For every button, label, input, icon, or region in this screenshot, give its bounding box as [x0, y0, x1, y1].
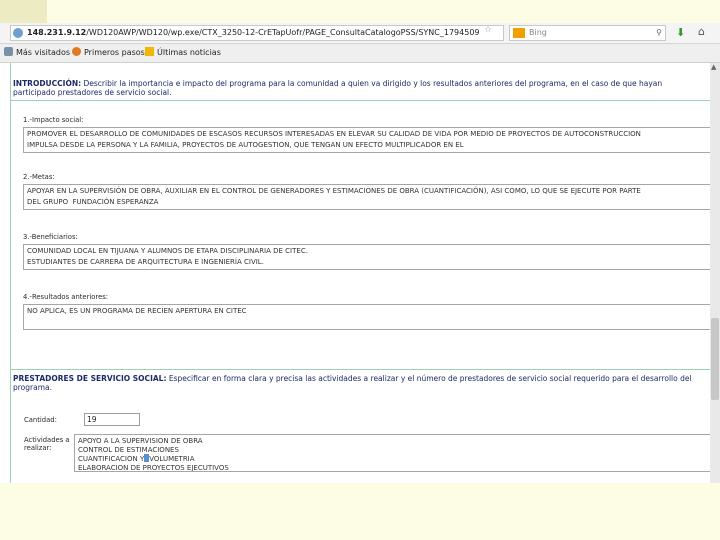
gear-icon — [4, 47, 13, 56]
cantidad-label: Cantidad: — [24, 416, 57, 424]
scroll-up-arrow-icon[interactable]: ▲ — [711, 63, 716, 71]
intro-text: Describir la importancia e impacto del p… — [83, 79, 663, 88]
slide-corner-accent — [0, 0, 47, 23]
intro-line-2: participado prestadores de servicio soci… — [13, 88, 172, 97]
metas-label: 2.-Metas: — [23, 173, 55, 181]
impacto-social-textarea[interactable]: PROMOVER EL DESARROLLO DE COMUNIDADES DE… — [23, 127, 713, 153]
intro-heading: INTRODUCCIÓN: — [13, 79, 82, 88]
navigation-toolbar: 148.231.9.12/WD120AWP/WD120/wp.exe/CTX_3… — [0, 23, 720, 44]
impacto-social-label: 1.-Impacto social: — [23, 116, 84, 124]
resultados-line-1: NO APLICA, ES UN PROGRAMA DE RECIEN APER… — [27, 307, 247, 315]
bookmark-label: Más visitados — [16, 48, 71, 57]
metas-line-2: DEL GRUPO FUNDACIÓN ESPERANZA — [27, 197, 159, 206]
actividad-line-3: CUANTIFICACION Y VOLUMETRIA — [75, 454, 711, 464]
bookmark-star-icon[interactable]: ☆ — [484, 25, 492, 35]
page-content: INTRODUCCIÓN: Describir la importancia e… — [0, 63, 713, 483]
introduction-section: INTRODUCCIÓN: Describir la importancia e… — [10, 63, 713, 370]
actividad-line-4: ELABORACION DE PROYECTOS EJECUTIVOS — [78, 463, 229, 472]
search-input[interactable]: Bing ⚲ — [509, 25, 666, 41]
impacto-line-1: PROMOVER EL DESARROLLO DE COMUNIDADES DE… — [27, 130, 641, 138]
url-host: 148.231.9.12 — [27, 28, 87, 37]
firefox-icon — [72, 47, 81, 56]
impacto-line-2: IMPULSA DESDE LA PERSONA Y LA FAMILIA, P… — [27, 140, 464, 149]
prestadores-line-2: programa. — [13, 383, 52, 392]
bookmark-label: Primeros pasos — [84, 48, 145, 57]
bookmark-label: Últimas noticias — [157, 48, 221, 57]
address-bar[interactable]: 148.231.9.12/WD120AWP/WD120/wp.exe/CTX_3… — [10, 25, 504, 41]
actividad-line-3a: CUANTIFICACION Y — [78, 455, 145, 463]
prestadores-heading: PRESTADORES DE SERVICIO SOCIAL: — [13, 374, 167, 383]
actividad-line-1: APOYO A LA SUPERVISION DE OBRA — [78, 437, 203, 445]
beneficiarios-textarea[interactable]: COMUNIDAD LOCAL EN TIJUANA Y ALUMNOS DE … — [23, 244, 713, 270]
metas-textarea[interactable]: APOYAR EN LA SUPERVISIÓN DE OBRA, AUXILI… — [23, 184, 713, 210]
search-icon[interactable]: ⚲ — [656, 26, 662, 40]
url-path: /WD120AWP/WD120/wp.exe/CTX_3250-12-CrETa… — [86, 28, 480, 37]
search-placeholder: Bing — [529, 28, 547, 37]
beneficiarios-label: 3.-Beneficiarios: — [23, 233, 78, 241]
home-icon[interactable]: ⌂ — [698, 25, 705, 38]
beneficiarios-line-2: ESTUDIANTES DE CARRERA DE ARQUITECTURA E… — [27, 257, 264, 266]
beneficiarios-line-1: COMUNIDAD LOCAL EN TIJUANA Y ALUMNOS DE … — [27, 247, 308, 255]
rss-icon — [145, 47, 154, 56]
cantidad-input[interactable]: 19 — [84, 413, 140, 426]
download-icon[interactable]: ⬇ — [676, 26, 685, 39]
bookmark-getting-started[interactable]: Primeros pasos — [72, 44, 145, 62]
prestadores-text: Especificar en forma clara y precisa las… — [168, 374, 692, 383]
resultados-anteriores-label: 4.-Resultados anteriores: — [23, 293, 109, 301]
bookmarks-toolbar: Más visitados Primeros pasos Últimas not… — [0, 44, 720, 63]
bing-icon[interactable] — [513, 28, 525, 38]
actividad-line-2: CONTROL DE ESTIMACIONES — [78, 445, 179, 454]
intro-line-1: INTRODUCCIÓN: Describir la importancia e… — [13, 79, 662, 88]
metas-line-1: APOYAR EN LA SUPERVISIÓN DE OBRA, AUXILI… — [27, 187, 641, 195]
resultados-anteriores-textarea[interactable]: NO APLICA, ES UN PROGRAMA DE RECIEN APER… — [23, 304, 713, 330]
prestadores-line-1: PRESTADORES DE SERVICIO SOCIAL: Especifi… — [13, 374, 692, 383]
bookmark-most-visited[interactable]: Más visitados — [4, 44, 70, 62]
actividades-textarea[interactable]: APOYO A LA SUPERVISION DE OBRA CONTROL D… — [74, 434, 712, 472]
site-identity-icon[interactable] — [13, 28, 23, 38]
scrollbar-thumb[interactable] — [711, 318, 719, 400]
intro-divider — [11, 100, 711, 101]
bookmark-latest-news[interactable]: Últimas noticias — [145, 44, 221, 62]
vertical-scrollbar[interactable]: ▲ — [710, 63, 720, 483]
actividad-line-3b: VOLUMETRIA — [149, 455, 195, 463]
browser-window: 148.231.9.12/WD120AWP/WD120/wp.exe/CTX_3… — [0, 23, 720, 483]
actividades-label-2: realizar: — [24, 444, 52, 452]
actividades-label-1: Actividades a — [24, 436, 70, 444]
